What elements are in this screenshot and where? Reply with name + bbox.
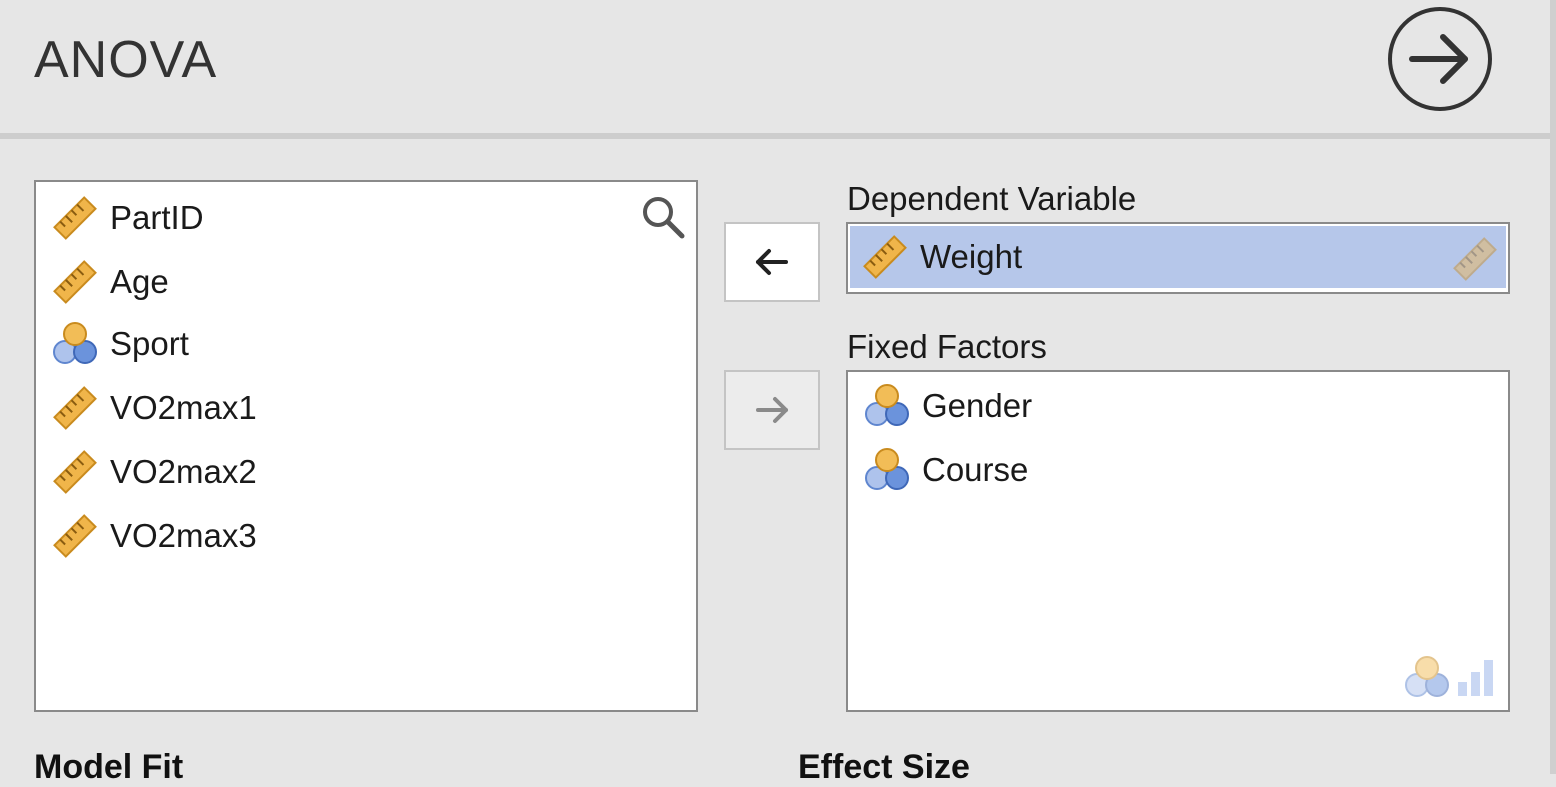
ordinal-type-hint-icon [1458,660,1493,696]
continuous-type-hint-icon [1452,236,1498,290]
dependent-variable-label: Dependent Variable [847,180,1137,217]
variable-label: Sport [110,325,189,362]
search-icon [643,197,685,239]
list-item[interactable]: Gender [864,378,1032,434]
header-divider [0,133,1550,139]
arrow-right-icon [756,397,788,423]
list-item[interactable]: Sport [52,316,189,372]
fixed-factors-label: Fixed Factors [847,328,1047,365]
dependent-variable-value: Weight [920,238,1023,275]
arrow-right-circle-icon [1388,7,1492,111]
list-item[interactable]: Age [52,254,169,310]
model-fit-section-header[interactable]: Model Fit [34,748,183,787]
variable-label: VO2max3 [110,517,257,554]
effect-size-section-header[interactable]: Effect Size [798,748,970,787]
list-item[interactable]: VO2max1 [52,380,257,436]
arrow-left-icon [756,249,788,275]
ruler-icon [52,449,98,495]
nominal-type-hint-icon [1405,656,1449,697]
panel-edge [1550,0,1556,774]
search-button[interactable] [640,194,686,240]
variable-label: Age [110,263,169,300]
factor-label: Course [922,451,1029,488]
variable-label: PartID [110,199,204,236]
run-button[interactable] [1387,6,1493,112]
page-title: ANOVA [34,31,218,89]
factor-type-hint [1404,656,1496,698]
variable-list[interactable]: PartID Age Sport VO2max1 VO2max2 VO2max3 [34,180,698,712]
dependent-variable-box[interactable]: Weight [846,222,1510,294]
header: ANOVA [0,0,1550,133]
list-item[interactable]: VO2max2 [52,444,257,500]
ruler-icon [862,234,908,280]
ruler-icon [52,195,98,241]
variable-label: VO2max1 [110,389,257,426]
move-to-fixed-factors-button[interactable] [724,370,820,450]
move-out-dependent-button[interactable] [724,222,820,302]
factor-label: Gender [922,387,1033,424]
ruler-icon [52,513,98,559]
ruler-icon [52,259,98,305]
dependent-variable-item[interactable]: Weight [850,226,1506,288]
ruler-icon [52,385,98,431]
list-item[interactable]: PartID [52,190,204,246]
variable-label: VO2max2 [110,453,257,490]
nominal-circles-icon [864,447,910,493]
list-item[interactable]: VO2max3 [52,508,257,564]
list-item[interactable]: Course [864,442,1028,498]
nominal-circles-icon [864,383,910,429]
nominal-circles-icon [52,321,98,367]
fixed-factors-box[interactable]: Gender Course [846,370,1510,712]
